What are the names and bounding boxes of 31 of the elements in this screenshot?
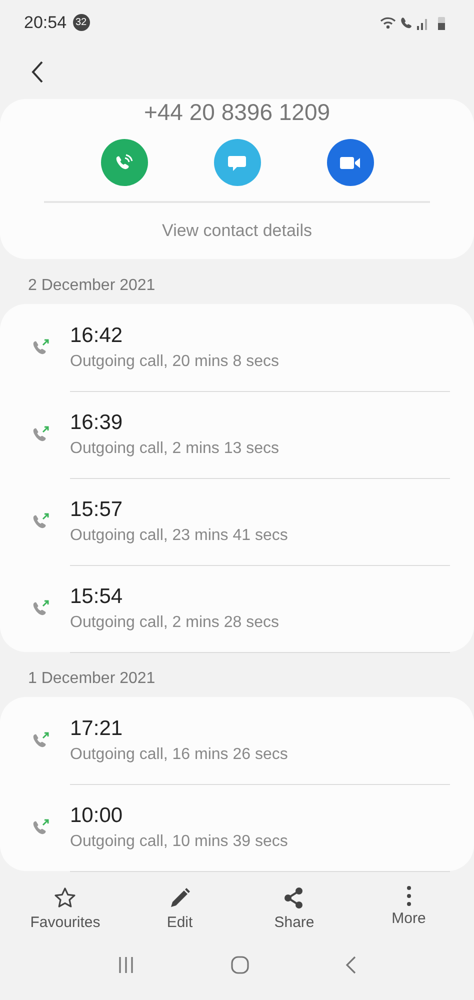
toolbar-button[interactable]: Share [237, 880, 352, 940]
call-time: 17:21 [70, 716, 124, 740]
call-detail: Outgoing call, 10 mins 39 secs [70, 832, 289, 850]
recent-apps-icon [117, 956, 136, 974]
star-icon [53, 886, 78, 910]
call-time: 15:54 [70, 584, 124, 608]
back-icon [344, 956, 357, 974]
call-time: 16:42 [70, 324, 124, 348]
call-detail: Outgoing call, 20 mins 8 secs [70, 352, 280, 370]
home-icon [230, 955, 250, 975]
call-time: 16:39 [70, 410, 124, 434]
toolbar-button[interactable]: Edit [122, 880, 237, 940]
call-time: 15:57 [70, 498, 124, 522]
back-icon [30, 60, 44, 84]
date-header: 2 December 2021 [27, 276, 156, 296]
status-time: 20:54 [24, 12, 67, 32]
video-call-button[interactable] [326, 139, 374, 186]
toolbar-button[interactable]: Favourites [8, 880, 122, 940]
date-header: 1 December 2021 [27, 669, 156, 689]
call-button[interactable] [100, 139, 148, 186]
call-detail: Outgoing call, 2 mins 28 secs [70, 614, 280, 632]
view-contact-details-link[interactable]: View contact details [162, 203, 312, 253]
call-detail: Outgoing call, 23 mins 41 secs [70, 526, 289, 544]
call-detail: Outgoing call, 16 mins 26 secs [70, 746, 289, 764]
more-icon [406, 886, 411, 906]
toolbar-button[interactable]: More [352, 880, 466, 940]
call-detail: Outgoing call, 2 mins 13 secs [70, 440, 280, 458]
notification-count: 32 [72, 14, 90, 31]
phone-number: +44 20 8396 1209 [144, 99, 330, 125]
message-button[interactable] [214, 139, 260, 186]
call-time: 10:00 [70, 804, 124, 828]
